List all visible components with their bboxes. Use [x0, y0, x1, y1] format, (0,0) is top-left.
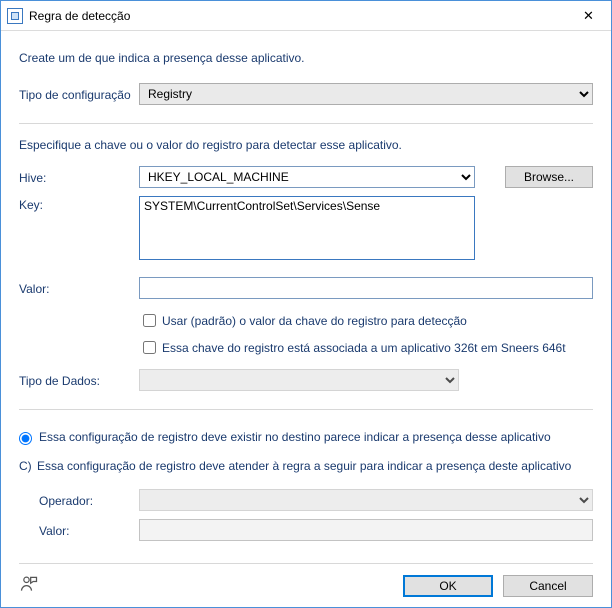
window-title: Regra de detecção — [29, 9, 566, 23]
valor2-label: Valor: — [39, 522, 139, 538]
feedback-icon[interactable] — [19, 574, 39, 597]
datatype-label: Tipo de Dados: — [19, 372, 139, 388]
radio-exist-label: Essa configuração de registro deve exist… — [39, 430, 551, 444]
radio-rule-prefix: C) — [19, 459, 37, 473]
titlebar: Regra de detecção ✕ — [1, 1, 611, 31]
registry-instruction: Especifique a chave ou o valor do regist… — [19, 138, 593, 152]
config-type-label: Tipo de configuração — [19, 86, 139, 102]
use-default-checkbox[interactable] — [143, 314, 156, 327]
separator-2 — [19, 409, 593, 410]
ok-button[interactable]: OK — [403, 575, 493, 597]
datatype-select — [139, 369, 459, 391]
hive-select[interactable]: HKEY_LOCAL_MACHINE — [139, 166, 475, 188]
close-icon[interactable]: ✕ — [566, 2, 611, 30]
footer: OK Cancel — [19, 563, 593, 597]
config-type-select[interactable]: Registry — [139, 83, 593, 105]
associated-label: Essa chave do registro está associada a … — [162, 341, 566, 355]
cancel-button[interactable]: Cancel — [503, 575, 593, 597]
key-label: Key: — [19, 196, 139, 212]
separator-1 — [19, 123, 593, 124]
operator-select — [139, 489, 593, 511]
valor2-input — [139, 519, 593, 541]
dialog-content: Create um de que indica a presença desse… — [1, 31, 611, 607]
operator-label: Operador: — [39, 492, 139, 508]
valor-label: Valor: — [19, 280, 139, 296]
hive-label: Hive: — [19, 169, 139, 185]
use-default-label: Usar (padrão) o valor da chave do regist… — [162, 314, 467, 328]
radio-exist[interactable] — [19, 432, 32, 445]
dialog-window: Regra de detecção ✕ Create um de que ind… — [0, 0, 612, 608]
app-icon — [7, 8, 23, 24]
associated-checkbox[interactable] — [143, 341, 156, 354]
browse-button[interactable]: Browse... — [505, 166, 593, 188]
radio-rule-label: Essa configuração de registro deve atend… — [37, 459, 571, 473]
valor-input[interactable] — [139, 277, 593, 299]
key-input[interactable]: SYSTEM\CurrentControlSet\Services\Sense — [139, 196, 475, 260]
intro-text: Create um de que indica a presença desse… — [19, 51, 593, 65]
